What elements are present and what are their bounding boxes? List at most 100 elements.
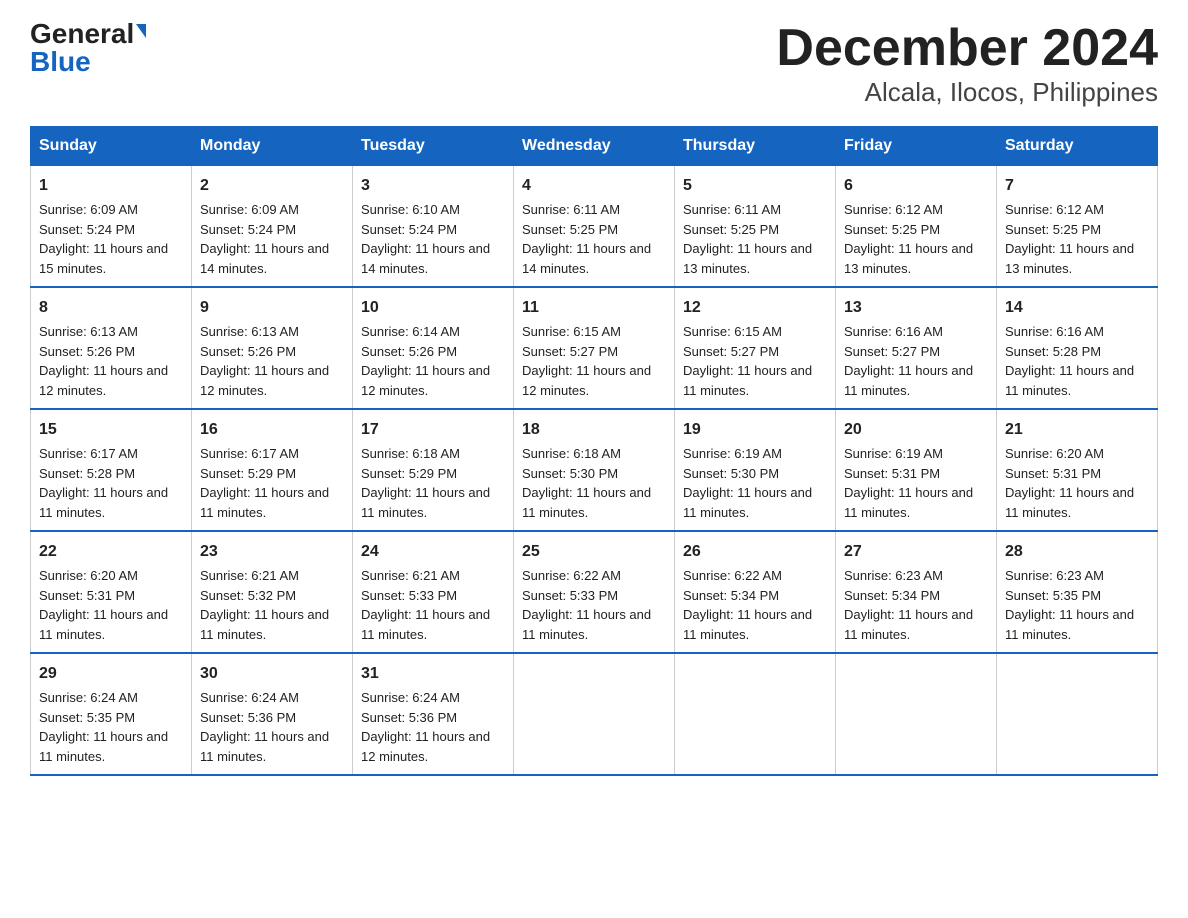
- day-number: 18: [522, 418, 666, 442]
- title-block: December 2024 Alcala, Ilocos, Philippine…: [776, 20, 1158, 108]
- day-info: Sunrise: 6:24 AMSunset: 5:36 PMDaylight:…: [361, 688, 505, 766]
- day-info: Sunrise: 6:17 AMSunset: 5:29 PMDaylight:…: [200, 444, 344, 522]
- day-info: Sunrise: 6:22 AMSunset: 5:33 PMDaylight:…: [522, 566, 666, 644]
- calendar-cell: 24Sunrise: 6:21 AMSunset: 5:33 PMDayligh…: [353, 531, 514, 653]
- day-number: 13: [844, 296, 988, 320]
- day-number: 4: [522, 174, 666, 198]
- weekday-header: Thursday: [675, 127, 836, 166]
- weekday-header: Tuesday: [353, 127, 514, 166]
- day-number: 29: [39, 662, 183, 686]
- day-info: Sunrise: 6:15 AMSunset: 5:27 PMDaylight:…: [522, 322, 666, 400]
- day-info: Sunrise: 6:12 AMSunset: 5:25 PMDaylight:…: [844, 200, 988, 278]
- day-number: 3: [361, 174, 505, 198]
- day-number: 17: [361, 418, 505, 442]
- day-info: Sunrise: 6:23 AMSunset: 5:34 PMDaylight:…: [844, 566, 988, 644]
- calendar-cell: 26Sunrise: 6:22 AMSunset: 5:34 PMDayligh…: [675, 531, 836, 653]
- day-number: 15: [39, 418, 183, 442]
- day-info: Sunrise: 6:14 AMSunset: 5:26 PMDaylight:…: [361, 322, 505, 400]
- day-number: 23: [200, 540, 344, 564]
- day-info: Sunrise: 6:20 AMSunset: 5:31 PMDaylight:…: [1005, 444, 1149, 522]
- day-number: 20: [844, 418, 988, 442]
- page-subtitle: Alcala, Ilocos, Philippines: [776, 77, 1158, 108]
- day-info: Sunrise: 6:24 AMSunset: 5:36 PMDaylight:…: [200, 688, 344, 766]
- calendar-cell: 18Sunrise: 6:18 AMSunset: 5:30 PMDayligh…: [514, 409, 675, 531]
- day-info: Sunrise: 6:21 AMSunset: 5:32 PMDaylight:…: [200, 566, 344, 644]
- calendar-cell: 10Sunrise: 6:14 AMSunset: 5:26 PMDayligh…: [353, 287, 514, 409]
- calendar-cell: 19Sunrise: 6:19 AMSunset: 5:30 PMDayligh…: [675, 409, 836, 531]
- calendar-cell: 25Sunrise: 6:22 AMSunset: 5:33 PMDayligh…: [514, 531, 675, 653]
- weekday-header: Sunday: [31, 127, 192, 166]
- calendar-cell: [997, 653, 1158, 775]
- calendar-week-row: 8Sunrise: 6:13 AMSunset: 5:26 PMDaylight…: [31, 287, 1158, 409]
- page-title: December 2024: [776, 20, 1158, 77]
- calendar-cell: 9Sunrise: 6:13 AMSunset: 5:26 PMDaylight…: [192, 287, 353, 409]
- calendar-cell: [514, 653, 675, 775]
- day-info: Sunrise: 6:19 AMSunset: 5:30 PMDaylight:…: [683, 444, 827, 522]
- day-number: 31: [361, 662, 505, 686]
- day-number: 22: [39, 540, 183, 564]
- day-info: Sunrise: 6:16 AMSunset: 5:28 PMDaylight:…: [1005, 322, 1149, 400]
- day-info: Sunrise: 6:18 AMSunset: 5:29 PMDaylight:…: [361, 444, 505, 522]
- day-info: Sunrise: 6:23 AMSunset: 5:35 PMDaylight:…: [1005, 566, 1149, 644]
- day-info: Sunrise: 6:24 AMSunset: 5:35 PMDaylight:…: [39, 688, 183, 766]
- day-number: 26: [683, 540, 827, 564]
- day-number: 21: [1005, 418, 1149, 442]
- day-info: Sunrise: 6:12 AMSunset: 5:25 PMDaylight:…: [1005, 200, 1149, 278]
- calendar-cell: 2Sunrise: 6:09 AMSunset: 5:24 PMDaylight…: [192, 166, 353, 288]
- calendar-cell: [675, 653, 836, 775]
- day-number: 10: [361, 296, 505, 320]
- page-header: General Blue December 2024 Alcala, Iloco…: [30, 20, 1158, 108]
- calendar-table: SundayMondayTuesdayWednesdayThursdayFrid…: [30, 126, 1158, 776]
- day-number: 8: [39, 296, 183, 320]
- day-number: 24: [361, 540, 505, 564]
- calendar-cell: 6Sunrise: 6:12 AMSunset: 5:25 PMDaylight…: [836, 166, 997, 288]
- day-info: Sunrise: 6:09 AMSunset: 5:24 PMDaylight:…: [39, 200, 183, 278]
- weekday-header: Monday: [192, 127, 353, 166]
- day-number: 5: [683, 174, 827, 198]
- day-number: 16: [200, 418, 344, 442]
- calendar-week-row: 29Sunrise: 6:24 AMSunset: 5:35 PMDayligh…: [31, 653, 1158, 775]
- calendar-cell: 31Sunrise: 6:24 AMSunset: 5:36 PMDayligh…: [353, 653, 514, 775]
- day-info: Sunrise: 6:11 AMSunset: 5:25 PMDaylight:…: [683, 200, 827, 278]
- day-info: Sunrise: 6:18 AMSunset: 5:30 PMDaylight:…: [522, 444, 666, 522]
- logo: General Blue: [30, 20, 146, 76]
- calendar-week-row: 15Sunrise: 6:17 AMSunset: 5:28 PMDayligh…: [31, 409, 1158, 531]
- day-number: 25: [522, 540, 666, 564]
- day-number: 28: [1005, 540, 1149, 564]
- day-info: Sunrise: 6:22 AMSunset: 5:34 PMDaylight:…: [683, 566, 827, 644]
- logo-triangle-icon: [136, 24, 146, 38]
- calendar-header-row: SundayMondayTuesdayWednesdayThursdayFrid…: [31, 127, 1158, 166]
- day-number: 12: [683, 296, 827, 320]
- logo-general: General: [30, 20, 134, 48]
- calendar-cell: 28Sunrise: 6:23 AMSunset: 5:35 PMDayligh…: [997, 531, 1158, 653]
- calendar-cell: 1Sunrise: 6:09 AMSunset: 5:24 PMDaylight…: [31, 166, 192, 288]
- calendar-cell: 5Sunrise: 6:11 AMSunset: 5:25 PMDaylight…: [675, 166, 836, 288]
- day-number: 2: [200, 174, 344, 198]
- calendar-cell: 3Sunrise: 6:10 AMSunset: 5:24 PMDaylight…: [353, 166, 514, 288]
- day-info: Sunrise: 6:11 AMSunset: 5:25 PMDaylight:…: [522, 200, 666, 278]
- day-info: Sunrise: 6:10 AMSunset: 5:24 PMDaylight:…: [361, 200, 505, 278]
- calendar-cell: 13Sunrise: 6:16 AMSunset: 5:27 PMDayligh…: [836, 287, 997, 409]
- calendar-cell: 16Sunrise: 6:17 AMSunset: 5:29 PMDayligh…: [192, 409, 353, 531]
- day-number: 7: [1005, 174, 1149, 198]
- weekday-header: Saturday: [997, 127, 1158, 166]
- day-number: 14: [1005, 296, 1149, 320]
- calendar-cell: 27Sunrise: 6:23 AMSunset: 5:34 PMDayligh…: [836, 531, 997, 653]
- calendar-week-row: 22Sunrise: 6:20 AMSunset: 5:31 PMDayligh…: [31, 531, 1158, 653]
- calendar-cell: 11Sunrise: 6:15 AMSunset: 5:27 PMDayligh…: [514, 287, 675, 409]
- day-number: 19: [683, 418, 827, 442]
- day-number: 27: [844, 540, 988, 564]
- weekday-header: Wednesday: [514, 127, 675, 166]
- day-number: 30: [200, 662, 344, 686]
- calendar-cell: [836, 653, 997, 775]
- day-info: Sunrise: 6:16 AMSunset: 5:27 PMDaylight:…: [844, 322, 988, 400]
- day-number: 9: [200, 296, 344, 320]
- calendar-cell: 14Sunrise: 6:16 AMSunset: 5:28 PMDayligh…: [997, 287, 1158, 409]
- day-number: 1: [39, 174, 183, 198]
- calendar-cell: 29Sunrise: 6:24 AMSunset: 5:35 PMDayligh…: [31, 653, 192, 775]
- day-info: Sunrise: 6:13 AMSunset: 5:26 PMDaylight:…: [39, 322, 183, 400]
- calendar-cell: 15Sunrise: 6:17 AMSunset: 5:28 PMDayligh…: [31, 409, 192, 531]
- calendar-cell: 8Sunrise: 6:13 AMSunset: 5:26 PMDaylight…: [31, 287, 192, 409]
- day-info: Sunrise: 6:20 AMSunset: 5:31 PMDaylight:…: [39, 566, 183, 644]
- calendar-cell: 21Sunrise: 6:20 AMSunset: 5:31 PMDayligh…: [997, 409, 1158, 531]
